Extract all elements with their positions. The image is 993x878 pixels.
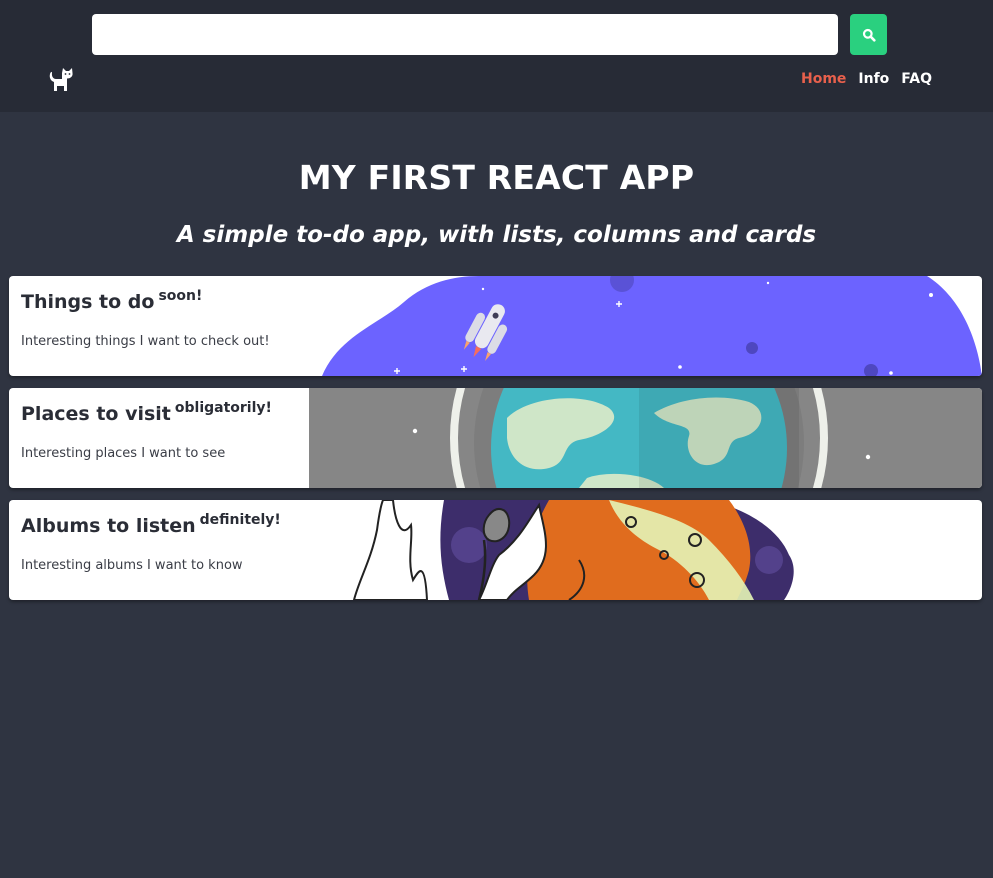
list-badge: soon! — [158, 288, 203, 304]
main-nav: Home Info FAQ — [801, 71, 932, 87]
list-title: Things to do soon! — [21, 288, 203, 313]
list-description: Interesting things I want to check out! — [21, 334, 270, 349]
list-title: Places to visit obligatorily! — [21, 400, 272, 425]
list-card-places-to-visit[interactable]: Places to visit obligatorily! Interesting… — [9, 388, 982, 488]
list-badge: obligatorily! — [174, 400, 272, 416]
list-badge: definitely! — [199, 512, 281, 528]
list-description: Interesting albums I want to know — [21, 558, 243, 573]
search-button[interactable] — [850, 14, 887, 55]
nav-link-home[interactable]: Home — [801, 71, 846, 87]
app-logo[interactable] — [45, 67, 73, 93]
page-title: MY FIRST REACT APP — [298, 158, 695, 197]
nav-link-faq[interactable]: FAQ — [901, 71, 932, 87]
list-title: Albums to listen definitely! — [21, 512, 281, 537]
top-navbar: Home Info FAQ — [0, 0, 993, 112]
search-input[interactable] — [92, 14, 838, 55]
page-subtitle: A simple to-do app, with lists, columns … — [176, 222, 817, 248]
nav-link-info[interactable]: Info — [858, 71, 889, 87]
list-description: Interesting places I want to see — [21, 446, 226, 461]
list-card-things-to-do[interactable]: Things to do soon! Interesting things I w… — [9, 276, 982, 376]
search-icon — [862, 28, 876, 42]
cat-icon — [49, 68, 73, 91]
list-card-albums-to-listen[interactable]: Albums to listen definitely! Interesting … — [9, 500, 982, 600]
